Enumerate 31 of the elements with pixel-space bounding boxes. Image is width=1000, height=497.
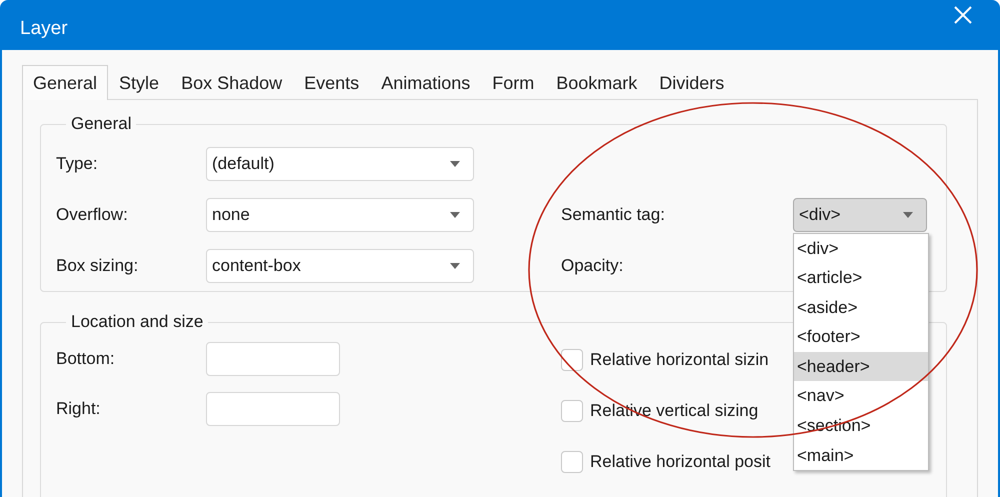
field-label: Bottom: [56,349,116,369]
field-label: Box sizing: [56,256,140,276]
tab[interactable]: Box Shadow [170,67,294,100]
checkbox-label: Relative horizontal posit [590,452,770,472]
tab[interactable]: Animations [370,67,482,100]
group-title: Location and size [70,312,204,332]
dropdown[interactable]: content-box [206,248,474,282]
dropdown-option[interactable]: <article> [794,263,928,293]
dropdown[interactable]: none [206,198,474,232]
dropdown-option[interactable]: <aside> [794,292,928,322]
dropdown[interactable]: (default) [206,146,474,180]
dropdown-option[interactable]: <div> [794,234,928,264]
field-label: Overflow: [56,204,129,224]
field-label: Semantic tag: [561,204,666,224]
dropdown-option[interactable]: <footer> [794,322,928,352]
field-label: Type: [56,154,99,174]
tab[interactable]: Events [293,67,370,100]
group-title: General [70,114,132,134]
dropdown-option[interactable]: <nav> [794,381,928,412]
tab[interactable]: Form [481,67,546,100]
tab[interactable]: Bookmark [545,67,648,100]
dropdown[interactable]: <div> [793,198,927,232]
field-label: Opacity: [561,256,624,276]
checkbox-label: Relative horizontal sizin [590,350,769,370]
dropdown-option[interactable]: <header> [794,352,928,382]
field-label: Right: [56,399,102,419]
tab[interactable]: Dividers [648,67,736,100]
tab[interactable]: Style [108,67,170,100]
tab[interactable]: General [22,65,108,100]
window-title: Layer [20,18,68,40]
dropdown-option[interactable]: <main> [794,440,928,470]
